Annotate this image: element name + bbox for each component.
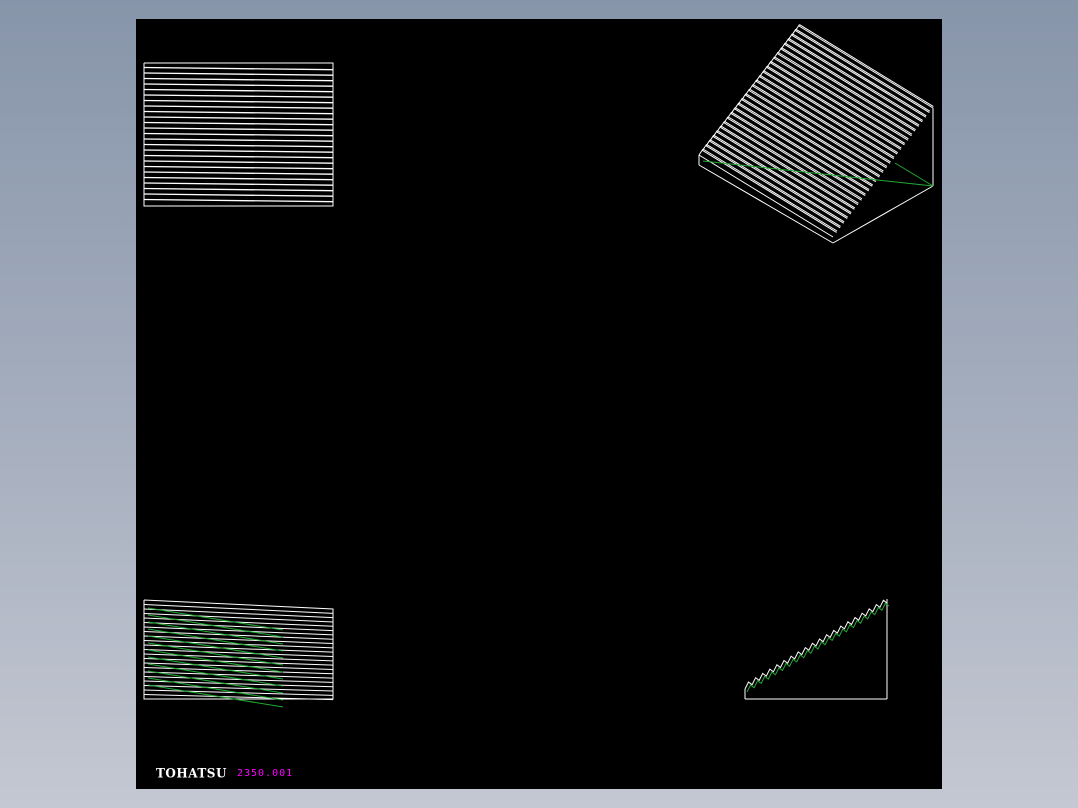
iso-edge: [832, 185, 934, 244]
side-serration-hidden: [746, 602, 890, 693]
cad-drawing: [143, 24, 934, 708]
hidden-line: [147, 614, 284, 638]
tooth-crest: [709, 139, 845, 223]
tooth-edge: [791, 34, 927, 118]
groove-line: [143, 160, 334, 164]
tooth-line: [143, 613, 334, 623]
hidden-line: [147, 684, 284, 708]
groove-line: [143, 165, 334, 170]
groove-line: [143, 176, 334, 181]
groove-line: [143, 143, 334, 148]
tooth-edge: [798, 25, 934, 109]
groove-line: [143, 72, 334, 76]
tooth-crest: [706, 143, 841, 227]
groove-line: [143, 182, 334, 186]
tooth-edge: [788, 39, 923, 123]
groove-line: [143, 193, 334, 197]
groove-line: [143, 77, 334, 82]
side-serration: [744, 599, 888, 690]
groove-line: [143, 94, 334, 98]
groove-line: [143, 99, 334, 104]
drawing-viewport[interactable]: TOHATSU 2350.001: [136, 19, 942, 789]
groove-line: [143, 132, 334, 137]
tooth-edge: [795, 30, 930, 114]
groove-line: [143, 187, 334, 192]
tooth-line: [143, 608, 334, 619]
side-view: [744, 599, 890, 700]
groove-line: [143, 110, 334, 115]
groove-line: [143, 66, 334, 71]
groove-line: [143, 88, 334, 93]
groove-line: [143, 138, 334, 142]
groove-line: [143, 149, 334, 153]
tooth-crest: [702, 148, 838, 232]
groove-line: [143, 154, 334, 159]
top-view: [143, 599, 334, 708]
groove-line: [143, 116, 334, 120]
front-view: [143, 62, 334, 207]
groove-line: [143, 127, 334, 131]
company-logo: TOHATSU: [156, 765, 227, 781]
tooth-line: [143, 626, 334, 636]
groove-line: [143, 171, 334, 175]
groove-line: [143, 198, 334, 203]
drawing-number: 2350.001: [237, 768, 294, 779]
groove-line: [143, 121, 334, 126]
groove-line: [143, 83, 334, 87]
isometric-view: [698, 24, 934, 244]
groove-line: [143, 105, 334, 109]
